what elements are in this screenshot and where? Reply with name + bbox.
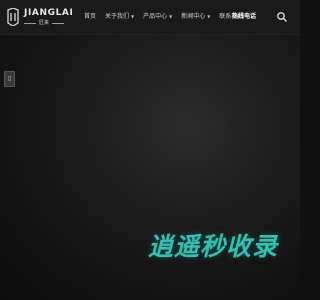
brand-sub-row: 匠来 [24, 20, 73, 26]
brand-name: JIANGLAI [24, 8, 74, 18]
page-icon: ▯ [7, 75, 12, 82]
hotline-link[interactable]: 热线电话 [232, 12, 256, 22]
hotline-label: 热线电话 [232, 13, 257, 20]
nav-item-news[interactable]: 新闻中心 ▼ [181, 12, 210, 22]
divider-line [52, 22, 65, 24]
nav-item-about[interactable]: 关于我们 ▼ [105, 12, 134, 22]
brand-sub: 匠来 [39, 20, 50, 26]
search-icon[interactable] [276, 11, 288, 23]
hero-slogan: 逍遥秒收录 [147, 232, 278, 261]
chevron-down-icon: ▼ [207, 14, 211, 19]
nav-item-label: 新闻中心 [181, 13, 206, 20]
nav-item-label: 产品中心 [143, 13, 168, 20]
site-header: JIANGLAI 匠来 首页 关于我们 ▼ 产品中心 ▼ 新闻中心 ▼ 联系我们… [0, 0, 300, 35]
page: JIANGLAI 匠来 首页 关于我们 ▼ 产品中心 ▼ 新闻中心 ▼ 联系我们… [0, 0, 300, 300]
chevron-down-icon: ▼ [131, 14, 135, 19]
nav-item-products[interactable]: 产品中心 ▼ [143, 12, 172, 22]
nav-item-label: 关于我们 [105, 13, 130, 20]
nav-item-label: 首页 [84, 13, 97, 20]
logo-mark-icon [7, 8, 19, 26]
nav-item-home[interactable]: 首页 [84, 12, 96, 22]
chevron-down-icon: ▼ [169, 14, 173, 19]
logo[interactable]: JIANGLAI 匠来 [6, 8, 73, 28]
side-float-button[interactable]: ▯ [4, 71, 15, 87]
main-nav: 首页 关于我们 ▼ 产品中心 ▼ 新闻中心 ▼ 联系我们 [84, 12, 252, 22]
divider-line [24, 22, 36, 24]
logo-text-group: JIANGLAI 匠来 [24, 8, 73, 26]
